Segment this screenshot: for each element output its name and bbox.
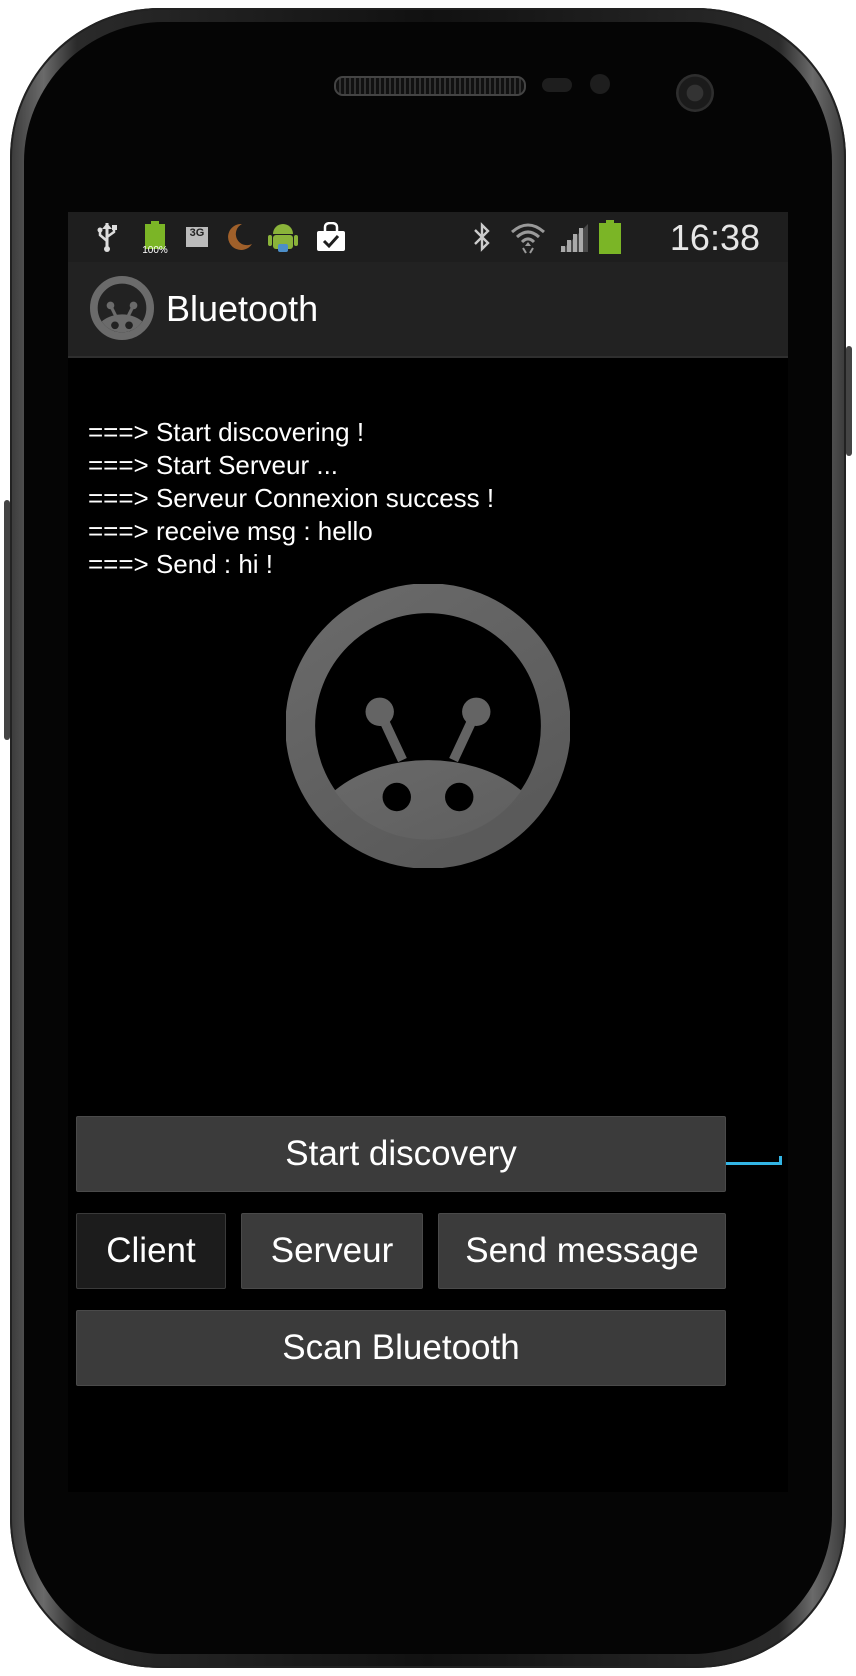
log-line: ===> receive msg : hello [88,516,373,546]
power-button [846,346,852,456]
light-sensor [590,74,610,94]
shopping-bag-check-icon [314,220,348,254]
usb-icon [92,220,122,254]
log-line: ===> Start discovering ! [88,417,365,447]
earpiece-speaker [334,76,526,96]
log-line: ===> Start Serveur ... [88,450,339,480]
battery-full-icon: 100% [136,216,174,260]
log-output: ===> Start discovering ! ===> Start Serv… [88,416,494,581]
send-message-button[interactable]: Send message [438,1213,726,1289]
bluetooth-icon [470,220,494,254]
start-discovery-button[interactable]: Start discovery [76,1116,726,1192]
scan-bluetooth-button[interactable]: Scan Bluetooth [76,1310,726,1386]
android-debug-icon [264,220,302,254]
app-logo-icon[interactable] [90,276,154,340]
wifi-icon [508,220,548,254]
front-camera [676,74,714,112]
screen: 100% 3G 16:38 Bluetooth ===> Start disco… [68,212,788,1492]
proximity-sensor [542,78,572,92]
action-bar: Bluetooth [68,262,788,358]
serveur-button[interactable]: Serveur [241,1213,423,1289]
volume-button [4,500,10,740]
log-line: ===> Send : hi ! [88,549,274,579]
bugdroid-logo-icon [285,583,571,873]
clock: 16:38 [669,217,760,258]
3g-data-icon: 3G [182,220,212,254]
battery-icon [596,220,624,254]
status-bar: 100% 3G 16:38 [68,212,788,262]
log-line: ===> Serveur Connexion success ! [88,483,495,513]
client-button[interactable]: Client [76,1213,226,1289]
app-title: Bluetooth [166,288,319,329]
moon-app-icon [222,220,256,254]
battery-percent-label: 100% [142,244,168,256]
signal-icon [556,220,592,254]
